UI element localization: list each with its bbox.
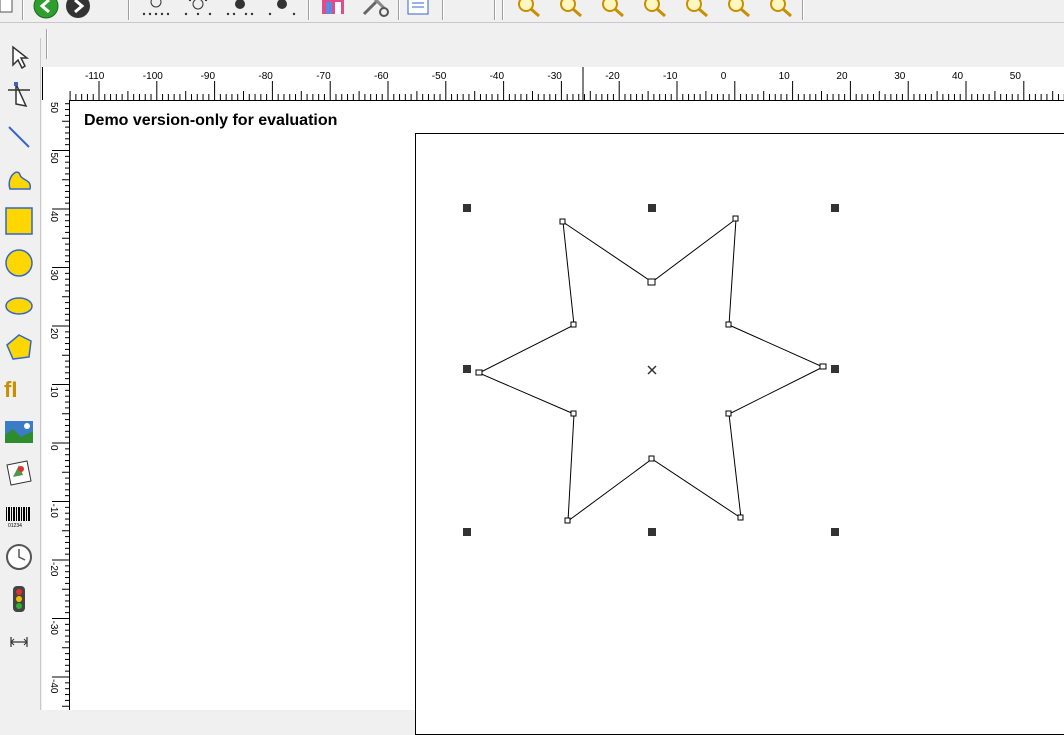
vertex-handle[interactable] (564, 517, 571, 524)
vertex-handle[interactable] (559, 218, 566, 225)
vertex-handle[interactable] (570, 321, 577, 328)
selection-layer (463, 204, 839, 536)
vertex-handle[interactable] (475, 369, 483, 376)
resize-handle-top-left[interactable] (463, 204, 471, 212)
resize-handle-bottom[interactable] (648, 528, 656, 536)
vertex-handle[interactable] (647, 278, 656, 286)
center-marker-icon (647, 365, 657, 375)
vertex-handle[interactable] (737, 514, 744, 521)
vertex-handle[interactable] (732, 215, 739, 222)
resize-handle-bottom-left[interactable] (463, 528, 471, 536)
vertex-handle[interactable] (570, 410, 577, 417)
resize-handle-bottom-right[interactable] (831, 528, 839, 536)
resize-handle-top-right[interactable] (831, 204, 839, 212)
resize-handle-left[interactable] (463, 365, 471, 373)
resize-handle-top[interactable] (648, 204, 656, 212)
resize-handle-right[interactable] (831, 365, 839, 373)
vertex-handle[interactable] (725, 321, 732, 328)
vertex-handle[interactable] (648, 455, 655, 462)
vertex-handle[interactable] (725, 410, 732, 417)
vertex-handle[interactable] (819, 363, 827, 370)
